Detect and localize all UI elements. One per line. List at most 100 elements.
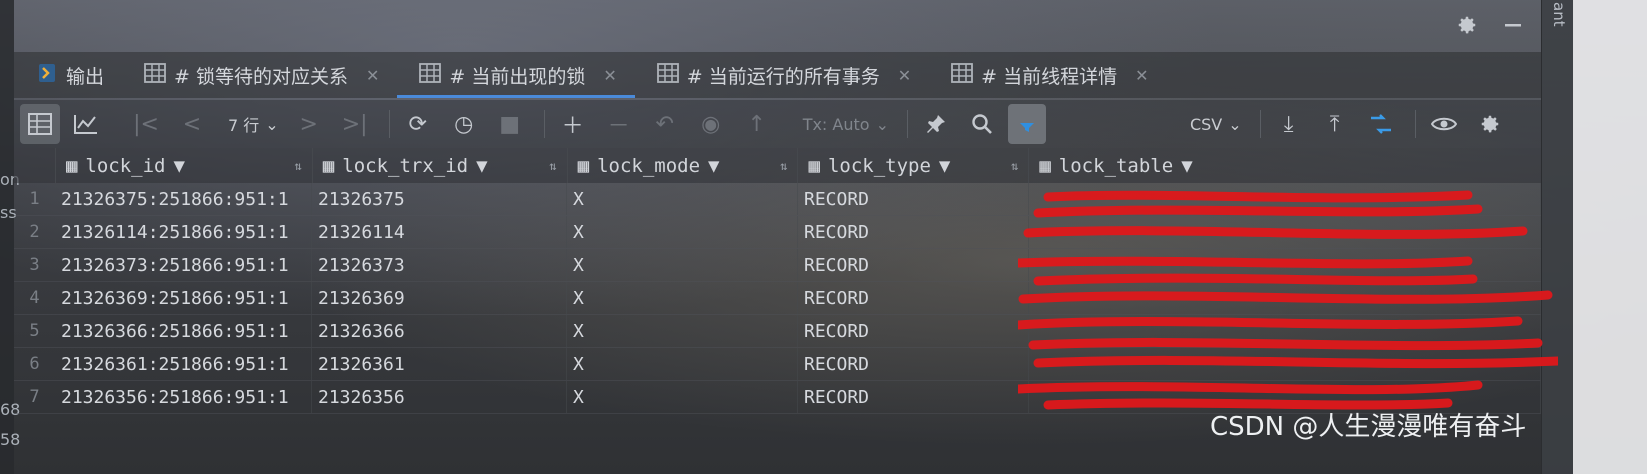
- cell-lock-trx-id[interactable]: 21326366: [312, 315, 567, 347]
- filter-icon[interactable]: ▼: [174, 155, 185, 177]
- row-number: 1: [29, 189, 40, 209]
- toolbar-divider: [906, 110, 908, 138]
- download-icon[interactable]: ⤓: [1269, 104, 1309, 144]
- cell-lock-mode[interactable]: X: [567, 315, 798, 347]
- cell-lock-type[interactable]: RECORD: [798, 315, 1029, 347]
- cell-lock-trx-id[interactable]: 21326356: [312, 381, 567, 413]
- cell-lock-type[interactable]: RECORD: [798, 282, 1029, 314]
- sort-icon[interactable]: ⇅: [295, 159, 302, 173]
- minimize-icon[interactable]: [1498, 10, 1528, 40]
- cell-lock-id[interactable]: 21326356:251866:951:1: [55, 381, 312, 413]
- close-icon[interactable]: ✕: [366, 66, 379, 85]
- row-number: 6: [29, 354, 40, 374]
- cell-lock-type[interactable]: RECORD: [798, 381, 1029, 413]
- history-clock-icon[interactable]: ◷: [444, 104, 484, 144]
- column-header-lock-table[interactable]: ▦ lock_table ▼: [1029, 148, 1541, 183]
- cell-lock-id[interactable]: 21326366:251866:951:1: [55, 315, 312, 347]
- cell-lock-table[interactable]: [1029, 282, 1541, 314]
- close-icon[interactable]: ✕: [898, 66, 911, 85]
- upload-icon[interactable]: ⤒: [1315, 104, 1355, 144]
- cell-lock-mode[interactable]: X: [567, 216, 798, 248]
- add-row-icon[interactable]: ＋: [553, 104, 593, 144]
- cell-lock-trx-id[interactable]: 21326361: [312, 348, 567, 380]
- table-row[interactable]: 1 21326375:251866:951:1 21326375 X RECOR…: [14, 183, 1541, 216]
- close-icon[interactable]: ✕: [603, 66, 616, 85]
- stop-icon[interactable]: ■: [490, 104, 530, 144]
- previous-page-icon[interactable]: <: [172, 104, 212, 144]
- tab-lock-waits[interactable]: # 锁等待的对应关系 ✕: [122, 52, 397, 98]
- pin-icon[interactable]: [916, 104, 956, 144]
- column-header-label: lock_table: [1058, 154, 1174, 177]
- column-header-lock-mode[interactable]: ▦ lock_mode ▼ ⇅: [568, 148, 799, 183]
- cell-lock-trx-id[interactable]: 21326373: [312, 249, 567, 281]
- filter-toggle-icon[interactable]: [1007, 104, 1046, 144]
- cell-lock-id[interactable]: 21326373:251866:951:1: [55, 249, 312, 281]
- search-icon[interactable]: [962, 104, 1002, 144]
- table-row[interactable]: 5 21326366:251866:951:1 21326366 X RECOR…: [14, 315, 1541, 348]
- settings-gear-icon[interactable]: [1470, 104, 1510, 144]
- cell-lock-type[interactable]: RECORD: [798, 348, 1029, 380]
- column-header-lock-id[interactable]: ▦ lock_id ▼ ⇅: [56, 148, 313, 183]
- filter-icon[interactable]: ▼: [939, 155, 950, 177]
- cell-lock-id[interactable]: 21326114:251866:951:1: [55, 216, 312, 248]
- filter-icon[interactable]: ▼: [708, 155, 719, 177]
- table-row[interactable]: 3 21326373:251866:951:1 21326373 X RECOR…: [14, 249, 1541, 282]
- filter-icon[interactable]: ▼: [1181, 155, 1192, 177]
- revert-icon[interactable]: ↶: [645, 104, 685, 144]
- submit-icon[interactable]: ↑: [737, 104, 777, 144]
- table-view-icon[interactable]: [20, 104, 60, 144]
- cell-lock-id[interactable]: 21326375:251866:951:1: [55, 183, 312, 215]
- gear-icon[interactable]: [1452, 10, 1482, 40]
- cell-lock-id[interactable]: 21326361:251866:951:1: [55, 348, 312, 380]
- cell-lock-type[interactable]: RECORD: [798, 249, 1029, 281]
- refresh-icon[interactable]: ⟳: [398, 104, 438, 144]
- table-row[interactable]: 2 21326114:251866:951:1 21326114 X RECOR…: [14, 216, 1541, 249]
- cell-lock-mode[interactable]: X: [567, 183, 798, 215]
- cell-lock-type[interactable]: RECORD: [798, 216, 1029, 248]
- cell-lock-table[interactable]: [1029, 216, 1541, 248]
- cell-lock-mode[interactable]: X: [567, 249, 798, 281]
- csdn-watermark: CSDN @人生漫漫唯有奋斗: [1210, 412, 1527, 442]
- cell-lock-id[interactable]: 21326369:251866:951:1: [55, 282, 312, 314]
- cell-lock-table[interactable]: [1029, 249, 1541, 281]
- column-icon: ▦: [808, 154, 820, 177]
- right-tool-strip: ant: [1541, 0, 1574, 474]
- cell-lock-mode[interactable]: X: [567, 348, 798, 380]
- first-page-icon[interactable]: |<: [126, 104, 166, 144]
- chart-view-icon[interactable]: [66, 104, 106, 144]
- next-page-icon[interactable]: >: [289, 104, 329, 144]
- filter-icon[interactable]: ▼: [476, 155, 487, 177]
- cell-lock-table[interactable]: [1029, 315, 1541, 347]
- cell-lock-mode[interactable]: X: [567, 282, 798, 314]
- tab-current-locks[interactable]: # 当前出现的锁 ✕: [397, 52, 636, 98]
- column-header-lock-trx-id[interactable]: ▦ lock_trx_id ▼ ⇅: [313, 148, 568, 183]
- preview-changes-icon[interactable]: ◉: [691, 104, 731, 144]
- column-header-lock-type[interactable]: ▦ lock_type ▼ ⇅: [798, 148, 1030, 183]
- sort-icon[interactable]: ⇅: [549, 159, 556, 173]
- chevron-down-icon: ⌄: [1228, 114, 1242, 134]
- cell-lock-trx-id[interactable]: 21326369: [312, 282, 567, 314]
- sort-icon[interactable]: ⇅: [1011, 159, 1018, 173]
- eye-icon[interactable]: [1424, 104, 1464, 144]
- last-page-icon[interactable]: >|: [335, 104, 375, 144]
- cell-lock-table[interactable]: [1029, 348, 1541, 380]
- tab-label: # 当前出现的锁: [449, 65, 586, 88]
- compare-arrows-icon[interactable]: [1361, 104, 1401, 144]
- table-row[interactable]: 6 21326361:251866:951:1 21326361 X RECOR…: [14, 348, 1541, 381]
- cell-lock-type[interactable]: RECORD: [798, 183, 1029, 215]
- export-format-select[interactable]: CSV ⌄: [1190, 115, 1242, 134]
- table-row[interactable]: 4 21326369:251866:951:1 21326369 X RECOR…: [14, 282, 1541, 315]
- close-icon[interactable]: ✕: [1135, 66, 1148, 85]
- chevron-down-icon: ⌄: [875, 114, 889, 134]
- delete-row-icon[interactable]: －: [599, 104, 639, 144]
- transaction-mode-select[interactable]: Tx: Auto ⌄: [803, 115, 889, 134]
- cell-lock-table[interactable]: [1029, 183, 1541, 215]
- cell-lock-trx-id[interactable]: 21326114: [312, 216, 567, 248]
- sort-icon[interactable]: ⇅: [780, 159, 787, 173]
- cell-lock-mode[interactable]: X: [567, 381, 798, 413]
- row-count-select[interactable]: 7 行 ⌄: [228, 112, 279, 136]
- tab-thread-details[interactable]: # 当前线程详情 ✕: [929, 52, 1166, 98]
- cell-lock-trx-id[interactable]: 21326375: [312, 183, 567, 215]
- tab-running-transactions[interactable]: # 当前运行的所有事务 ✕: [635, 52, 929, 98]
- tab-output[interactable]: 输出: [14, 52, 122, 98]
